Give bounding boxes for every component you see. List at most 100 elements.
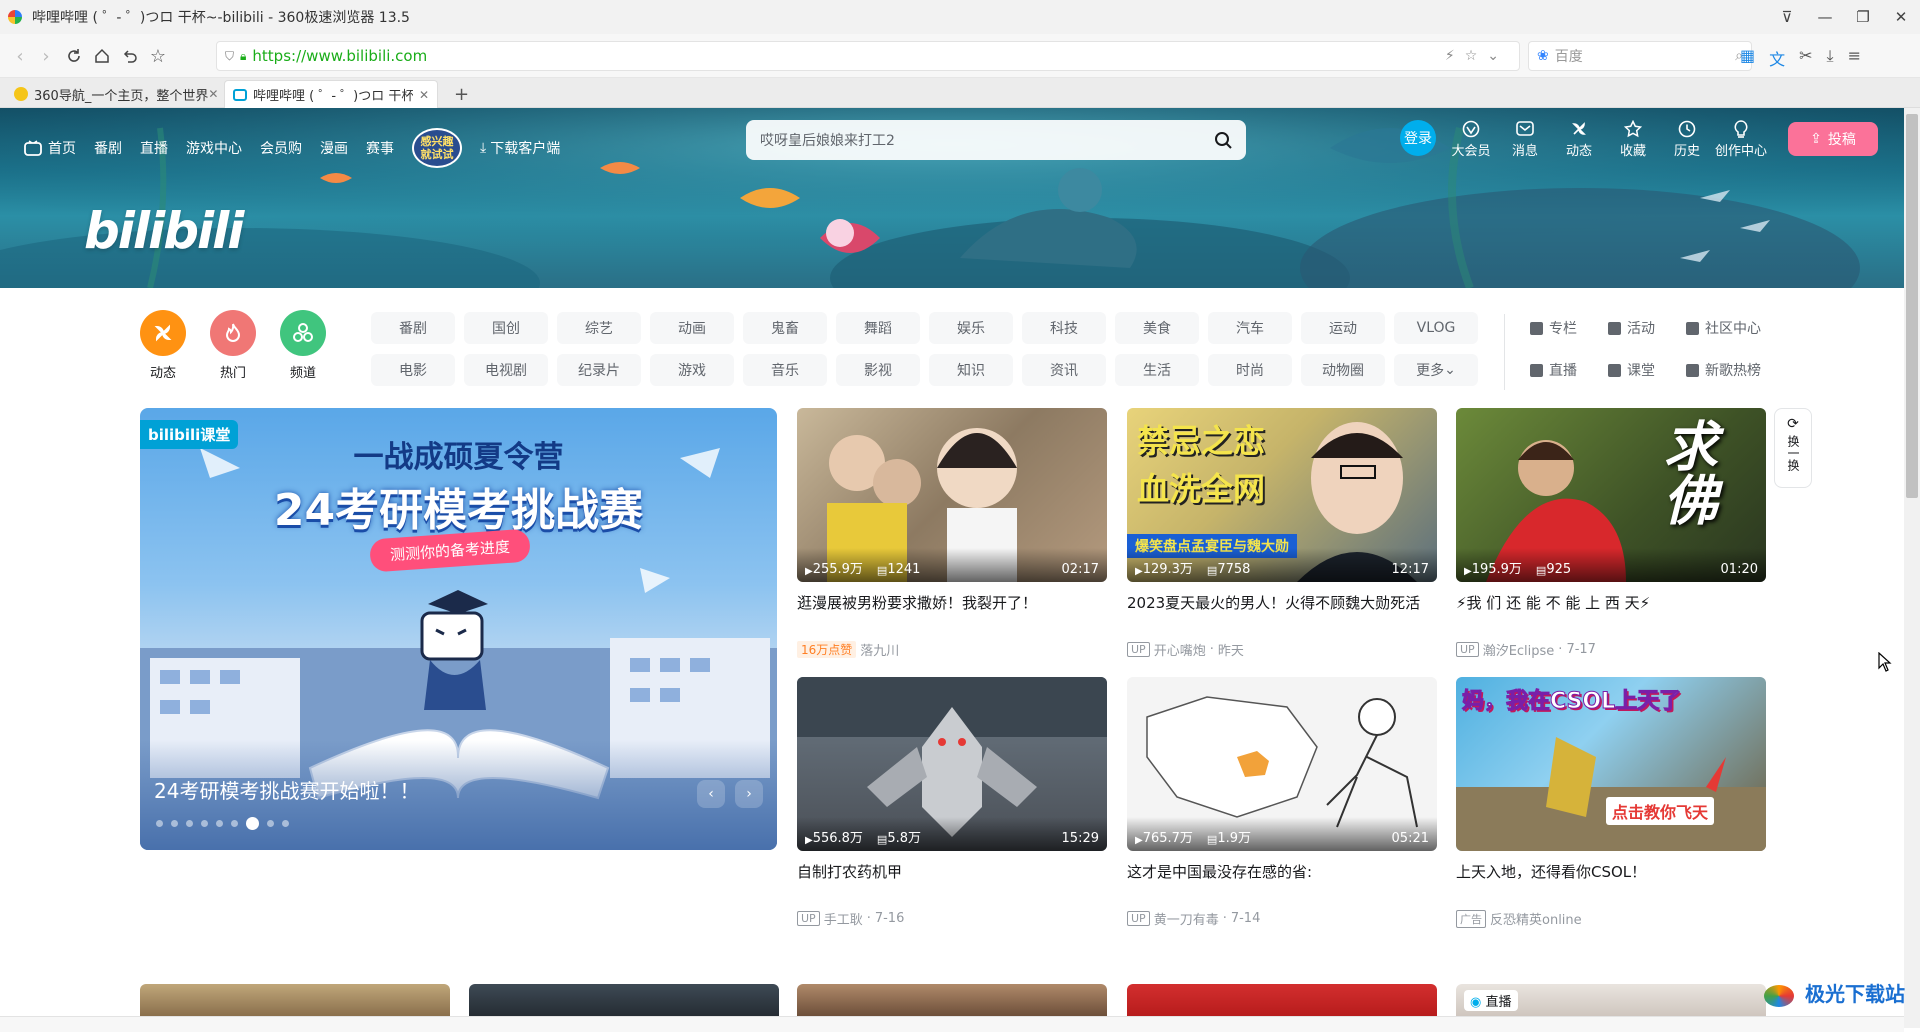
video-author[interactable]: 开心嘴炮: [1154, 640, 1206, 659]
home-button[interactable]: [90, 44, 114, 68]
channel-chip[interactable]: 时尚: [1208, 354, 1292, 386]
video-author[interactable]: 手工耿: [824, 909, 863, 928]
apps-grid-icon[interactable]: ▦: [1740, 46, 1755, 70]
video-thumbnail[interactable]: ▶︎ 255.9万 ▤ 1241 02:17: [797, 408, 1107, 582]
nav-home[interactable]: 首页: [24, 138, 76, 158]
bilibili-logo[interactable]: bilibili: [84, 202, 244, 260]
search-engine-field[interactable]: ❀ 百度 ⌕: [1528, 41, 1752, 71]
reload-button[interactable]: [62, 44, 86, 68]
channel-chip[interactable]: 娱乐: [929, 312, 1013, 344]
login-button[interactable]: 登录: [1400, 120, 1436, 156]
new-tab-button[interactable]: +: [446, 80, 477, 108]
forward-button[interactable]: ›: [34, 44, 58, 68]
video-card-partial[interactable]: [1127, 984, 1437, 1016]
banner-carousel[interactable]: bilibili课堂 一战成硕夏令营 24考研模考挑战赛 测测你的备考进度 24…: [140, 408, 777, 850]
channel-chip[interactable]: 科技: [1022, 312, 1106, 344]
channel-chip[interactable]: 汽车: [1208, 312, 1292, 344]
channel-chip[interactable]: 音乐: [743, 354, 827, 386]
channel-dynamic[interactable]: 动态: [133, 310, 193, 381]
video-card[interactable]: ▶︎ 765.7万 ▤ 1.9万 05:21 这才是中国最没存在感的省: UP …: [1127, 677, 1437, 928]
carousel-prev-button[interactable]: ‹: [697, 780, 725, 808]
channel-chip[interactable]: 动物圈: [1301, 354, 1385, 386]
back-button[interactable]: ‹: [8, 44, 32, 68]
channel-column[interactable]: 专栏: [1530, 318, 1577, 338]
channel-activity[interactable]: 活动: [1608, 318, 1655, 338]
page-scrollbar-thumb[interactable]: [1906, 114, 1918, 498]
carousel-dot[interactable]: [171, 820, 178, 827]
close-window-button[interactable]: ✕: [1882, 0, 1920, 34]
channel-live[interactable]: 直播: [1530, 360, 1577, 380]
channel-chip[interactable]: 鬼畜: [743, 312, 827, 344]
screenshot-icon[interactable]: ✂: [1799, 46, 1812, 70]
minimize-button[interactable]: —: [1806, 0, 1844, 34]
video-title[interactable]: 逛漫展被男粉要求撒娇！我裂开了！: [797, 592, 1107, 636]
restore-button[interactable]: ❐: [1844, 0, 1882, 34]
translate-icon[interactable]: 文: [1769, 46, 1785, 70]
download-icon[interactable]: ⤓: [1827, 46, 1834, 70]
channel-chip[interactable]: 影视: [836, 354, 920, 386]
video-thumbnail[interactable]: ▶︎ 556.8万 ▤ 5.8万 15:29: [797, 677, 1107, 851]
channel-chip[interactable]: 舞蹈: [836, 312, 920, 344]
channel-chip[interactable]: 运动: [1301, 312, 1385, 344]
nav-bangumi[interactable]: 番剧: [94, 138, 122, 158]
video-author[interactable]: 落九川: [860, 640, 899, 659]
video-author[interactable]: 瀚汐Eclipse: [1483, 640, 1555, 659]
channel-chip[interactable]: 纪录片: [557, 354, 641, 386]
video-title[interactable]: 这才是中国最没存在感的省:: [1127, 861, 1437, 905]
channel-chip[interactable]: 国创: [464, 312, 548, 344]
video-card[interactable]: ▶︎ 556.8万 ▤ 5.8万 15:29 自制打农药机甲 UP 手工耿 · …: [797, 677, 1107, 928]
video-card[interactable]: 求佛 ▶︎ 195.9万 ▤ 925 01:20 ⚡我 们 还 能 不 能 上 …: [1456, 408, 1766, 659]
carousel-dot[interactable]: [282, 820, 289, 827]
video-title[interactable]: 2023夏天最火的男人！火得不顾魏大勋死活: [1127, 592, 1437, 636]
channel-new-songs[interactable]: 新歌热榜: [1686, 360, 1761, 380]
channel-classroom[interactable]: 课堂: [1608, 360, 1655, 380]
channel-chip[interactable]: 动画: [650, 312, 734, 344]
nav-download-client[interactable]: ⤓ 下载客户端: [480, 138, 560, 158]
carousel-caption[interactable]: 24考研模考挑战赛开始啦！！: [154, 775, 419, 804]
carousel-dot[interactable]: [156, 820, 163, 827]
search-icon[interactable]: [1214, 131, 1232, 149]
channel-chip[interactable]: 知识: [929, 354, 1013, 386]
video-card[interactable]: 禁忌之恋 血洗全网 爆笑盘点孟宴臣与魏大勋 ▶︎ 129.3万 ▤ 7758 1…: [1127, 408, 1437, 659]
carousel-dot[interactable]: [231, 820, 238, 827]
carousel-dot[interactable]: [267, 820, 274, 827]
carousel-dot[interactable]: [201, 820, 208, 827]
channel-chip[interactable]: 电影: [371, 354, 455, 386]
video-title[interactable]: 自制打农药机甲: [797, 861, 1107, 905]
upload-button[interactable]: ⇪ 投稿: [1788, 122, 1878, 156]
channel-chip[interactable]: 游戏: [650, 354, 734, 386]
browser-tab-360[interactable]: 360导航_一个主页，整个世界 ✕: [6, 80, 218, 108]
channel-chip[interactable]: 生活: [1115, 354, 1199, 386]
menu-icon[interactable]: ≡: [1848, 46, 1861, 70]
close-tab-icon[interactable]: ✕: [208, 87, 218, 101]
channel-chip[interactable]: 综艺: [557, 312, 641, 344]
video-card-partial[interactable]: ◉ 直播: [1456, 984, 1766, 1016]
nav-mall[interactable]: 会员购: [260, 138, 302, 158]
nav-manga[interactable]: 漫画: [320, 138, 348, 158]
carousel-dot[interactable]: [246, 817, 259, 830]
url-actions-icons[interactable]: ⚡☆⌄: [1445, 48, 1509, 64]
video-thumbnail[interactable]: 禁忌之恋 血洗全网 爆笑盘点孟宴臣与魏大勋 ▶︎ 129.3万 ▤ 7758 1…: [1127, 408, 1437, 582]
refresh-button[interactable]: ⟳ 换一换: [1774, 408, 1812, 488]
video-author[interactable]: 黄一刀有毒: [1154, 909, 1219, 928]
carousel-dot[interactable]: [186, 820, 193, 827]
bookmark-star-icon[interactable]: ☆: [146, 44, 170, 68]
nav-esports[interactable]: 赛事: [366, 138, 394, 158]
video-card-partial[interactable]: [469, 984, 779, 1016]
video-thumbnail[interactable]: 妈，我在CSOL上天了 点击教你飞天: [1456, 677, 1766, 851]
nav-messages[interactable]: 消息: [1498, 118, 1552, 159]
nav-live[interactable]: 直播: [140, 138, 168, 158]
header-search-box[interactable]: 哎呀皇后娘娘来打工2: [746, 120, 1246, 160]
nav-creator-center[interactable]: 创作中心: [1714, 118, 1768, 159]
nav-promo-badge[interactable]: 感兴趣就试试: [412, 128, 462, 168]
channel-more-button[interactable]: 更多 ⌄: [1394, 354, 1478, 386]
url-field[interactable]: ⛉ 🔒︎ https://www.bilibili.com ⚡☆⌄: [216, 41, 1520, 71]
channel-community[interactable]: 社区中心: [1686, 318, 1761, 338]
nav-vip[interactable]: 大会员: [1444, 118, 1498, 159]
channel-channels[interactable]: 频道: [273, 310, 333, 381]
nav-game-center[interactable]: 游戏中心: [186, 138, 242, 158]
video-author[interactable]: 反恐精英online: [1490, 909, 1582, 928]
search-input[interactable]: 哎呀皇后娘娘来打工2: [760, 130, 1214, 150]
carousel-dot[interactable]: [216, 820, 223, 827]
video-card[interactable]: ▶︎ 255.9万 ▤ 1241 02:17 逛漫展被男粉要求撒娇！我裂开了！ …: [797, 408, 1107, 659]
